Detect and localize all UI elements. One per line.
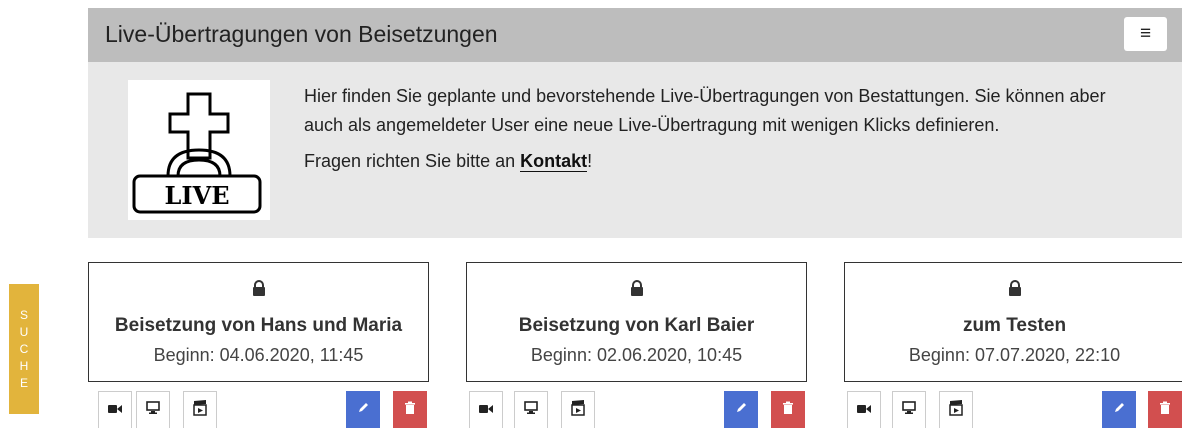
side-tab-letter: C	[19, 341, 29, 356]
page-title: Live-Übertragungen von Beisetzungen	[105, 21, 498, 47]
camera-button[interactable]	[847, 391, 881, 428]
event-card[interactable]: Beisetzung von Hans und Maria Beginn: 04…	[88, 262, 429, 382]
monitor-icon	[146, 401, 160, 419]
camera-button[interactable]	[469, 391, 503, 428]
contact-line: Fragen richten Sie bitte an Kontakt!	[304, 147, 1134, 176]
side-tab-letter: U	[19, 324, 29, 339]
monitor-button[interactable]	[892, 391, 926, 428]
video-camera-icon	[479, 401, 493, 419]
monitor-icon	[902, 401, 916, 419]
edit-button[interactable]	[1102, 391, 1136, 428]
intro-text: Hier finden Sie geplante und bevorstehen…	[304, 82, 1134, 176]
live-logo: LIVE	[128, 80, 270, 220]
pencil-icon	[1113, 401, 1126, 419]
intro-panel: Live-Übertragungen von Beisetzungen ≡ LI…	[88, 8, 1182, 238]
event-begin: Beginn: 04.06.2020, 11:45	[153, 345, 364, 365]
clapperboard-button[interactable]	[561, 391, 595, 428]
lock-icon	[845, 280, 1182, 296]
event-card[interactable]: Beisetzung von Karl Baier Beginn: 02.06.…	[466, 262, 807, 382]
delete-button[interactable]	[393, 391, 427, 428]
contact-suffix: !	[587, 151, 593, 171]
monitor-icon	[524, 401, 538, 419]
clapperboard-icon	[571, 399, 585, 421]
delete-button[interactable]	[1148, 391, 1182, 428]
side-tab-letter: H	[19, 358, 29, 373]
lock-icon	[467, 280, 806, 296]
event-title: Beisetzung von Hans und Maria	[114, 315, 403, 336]
trash-icon	[1159, 401, 1171, 419]
video-camera-icon	[857, 401, 871, 419]
event-begin: Beginn: 07.07.2020, 22:10	[908, 345, 1121, 365]
edit-button[interactable]	[724, 391, 758, 428]
panel-header: Live-Übertragungen von Beisetzungen ≡	[88, 8, 1182, 62]
delete-button[interactable]	[771, 391, 805, 428]
trash-icon	[782, 401, 794, 419]
trash-icon	[404, 401, 416, 419]
event-card[interactable]: zum Testen Beginn: 07.07.2020, 22:10	[844, 262, 1182, 382]
event-title: zum Testen	[962, 315, 1067, 336]
contact-link[interactable]: Kontakt	[520, 151, 588, 172]
menu-button[interactable]: ≡	[1124, 17, 1167, 51]
hamburger-icon: ≡	[1139, 23, 1152, 44]
edit-button[interactable]	[346, 391, 380, 428]
side-tab-letter: S	[19, 307, 28, 322]
camera-button[interactable]	[98, 391, 132, 428]
video-camera-icon	[108, 401, 122, 419]
clapperboard-button[interactable]	[183, 391, 217, 428]
event-title: Beisetzung von Karl Baier	[518, 315, 755, 336]
logo-text: LIVE	[164, 181, 229, 210]
monitor-button[interactable]	[136, 391, 170, 428]
clapperboard-icon	[949, 399, 963, 421]
event-begin: Beginn: 02.06.2020, 10:45	[530, 345, 743, 365]
pencil-icon	[735, 401, 748, 419]
pencil-icon	[357, 401, 370, 419]
clapperboard-button[interactable]	[939, 391, 973, 428]
lock-icon	[89, 280, 428, 296]
monitor-button[interactable]	[514, 391, 548, 428]
clapperboard-icon	[193, 399, 207, 421]
contact-prefix: Fragen richten Sie bitte an	[304, 151, 521, 171]
search-side-tab[interactable]: S U C H E	[9, 284, 39, 414]
side-tab-letter: E	[19, 375, 28, 390]
intro-paragraph: Hier finden Sie geplante und bevorstehen…	[304, 86, 1106, 135]
